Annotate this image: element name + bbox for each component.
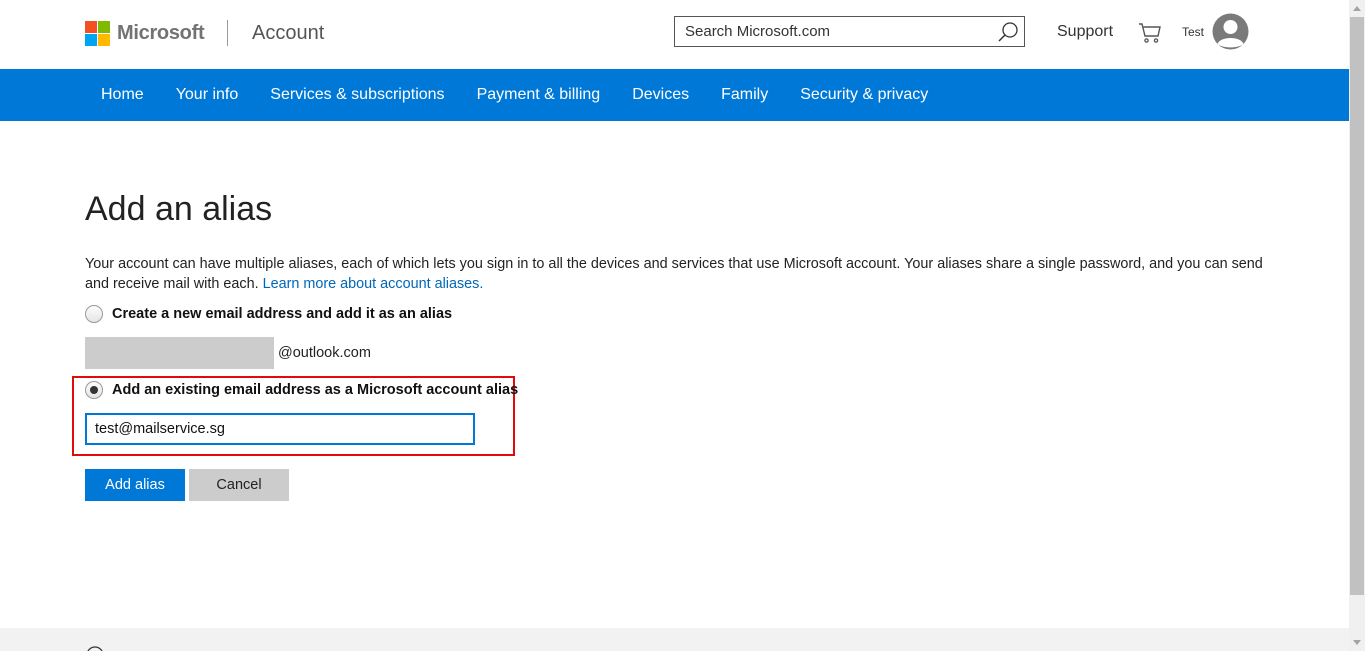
page-title: Add an alias xyxy=(85,190,273,228)
nav-item-family[interactable]: Family xyxy=(705,69,784,121)
learn-more-link[interactable]: Learn more about account aliases. xyxy=(263,276,484,292)
domain-suffix: @outlook.com xyxy=(278,345,371,361)
search-input[interactable] xyxy=(675,17,1005,46)
search-box xyxy=(674,16,1025,47)
option-existing-email-label: Add an existing email address as a Micro… xyxy=(112,382,519,398)
scrollbar[interactable] xyxy=(1349,0,1365,651)
product-name[interactable]: Account xyxy=(252,22,324,45)
nav-item-home[interactable]: Home xyxy=(85,69,160,121)
header-divider xyxy=(227,20,228,46)
page: Microsoft Account Support Test Home xyxy=(0,0,1365,651)
cancel-button[interactable]: Cancel xyxy=(189,469,289,501)
avatar-icon[interactable] xyxy=(1212,13,1249,50)
radio-new-email[interactable] xyxy=(85,305,103,323)
nav-item-payment-billing[interactable]: Payment & billing xyxy=(461,69,617,121)
scroll-thumb[interactable] xyxy=(1350,17,1364,595)
nav-items: Home Your info Services & subscriptions … xyxy=(85,69,944,121)
scroll-down-arrow-icon[interactable] xyxy=(1349,635,1365,651)
option-new-email[interactable]: Create a new email address and add it as… xyxy=(85,305,452,323)
option-existing-email[interactable]: Add an existing email address as a Micro… xyxy=(85,381,518,399)
brand-name: Microsoft xyxy=(117,22,205,44)
search-icon[interactable] xyxy=(997,21,1019,43)
microsoft-logo-icon xyxy=(85,21,110,46)
nav-item-devices[interactable]: Devices xyxy=(616,69,705,121)
nav-item-services-subscriptions[interactable]: Services & subscriptions xyxy=(254,69,460,121)
radio-existing-email[interactable] xyxy=(85,381,103,399)
nav-item-security-privacy[interactable]: Security & privacy xyxy=(784,69,944,121)
site-header: Microsoft Account Support Test xyxy=(0,0,1349,69)
new-alias-input[interactable] xyxy=(85,337,274,369)
support-link[interactable]: Support xyxy=(1057,23,1113,41)
option-new-email-label: Create a new email address and add it as… xyxy=(112,306,453,322)
add-alias-button[interactable]: Add alias xyxy=(85,469,185,501)
description: Your account can have multiple aliases, … xyxy=(85,254,1275,294)
existing-email-input[interactable] xyxy=(85,413,475,445)
cart-icon[interactable] xyxy=(1138,21,1162,45)
globe-icon[interactable] xyxy=(86,646,104,651)
footer xyxy=(0,628,1349,651)
nav-item-your-info[interactable]: Your info xyxy=(160,69,255,121)
scroll-up-arrow-icon[interactable] xyxy=(1349,0,1365,16)
user-name[interactable]: Test xyxy=(1182,25,1204,39)
microsoft-logo[interactable]: Microsoft xyxy=(85,21,205,46)
main-nav: Home Your info Services & subscriptions … xyxy=(0,69,1349,121)
